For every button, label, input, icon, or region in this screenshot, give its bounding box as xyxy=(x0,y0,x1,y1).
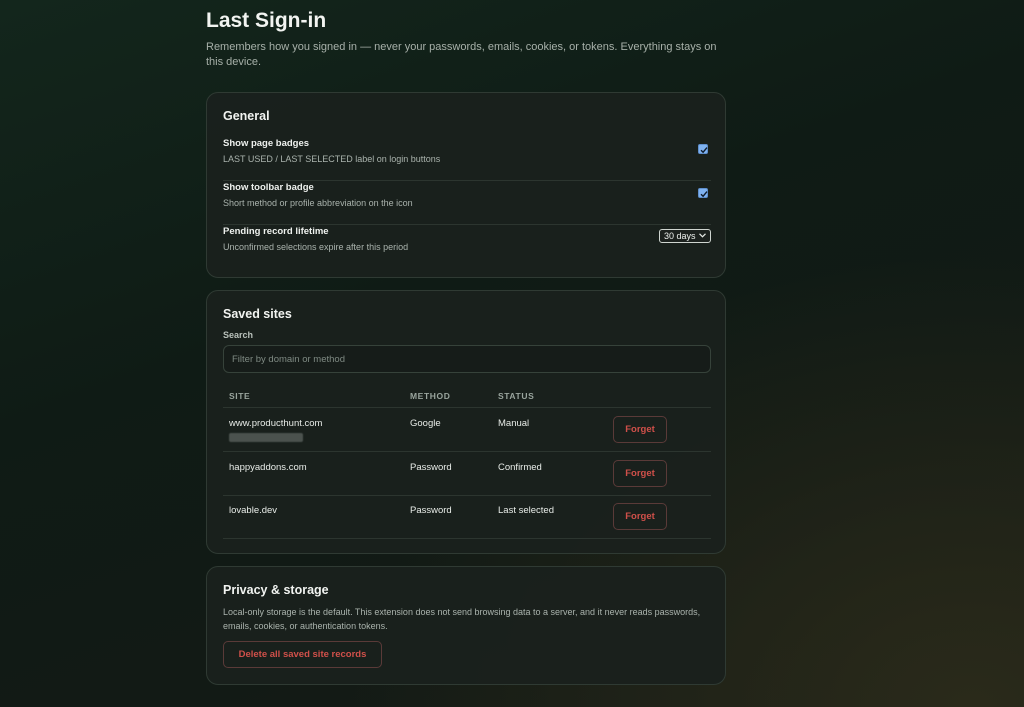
status-cell: Manual xyxy=(498,418,530,429)
general-title: General xyxy=(223,109,270,123)
forget-button[interactable]: Forget xyxy=(613,460,667,487)
setting-label: Show toolbar badge xyxy=(223,182,314,193)
setting-help: Unconfirmed selections expire after this… xyxy=(223,242,409,252)
check-icon xyxy=(700,191,708,198)
table-row: www.producthunt.com Google Manual Forget xyxy=(223,408,711,452)
column-header-status: STATUS xyxy=(498,391,535,401)
method-cell: Password xyxy=(410,462,452,473)
setting-label: Pending record lifetime xyxy=(223,226,329,237)
method-cell: Password xyxy=(410,505,452,516)
table-row: happyaddons.com Password Confirmed Forge… xyxy=(223,452,711,496)
setting-pending-record-lifetime: Pending record lifetime Unconfirmed sele… xyxy=(223,226,711,269)
delete-all-records-button[interactable]: Delete all saved site records xyxy=(223,641,382,668)
column-header-method: METHOD xyxy=(410,391,451,401)
chevron-down-icon xyxy=(699,233,706,238)
privacy-card: Privacy & storage Local-only storage is … xyxy=(206,566,726,685)
column-header-site: SITE xyxy=(229,391,251,401)
search-input[interactable] xyxy=(223,345,711,373)
check-icon xyxy=(700,147,708,154)
select-value: 30 days xyxy=(664,231,696,241)
page-title: Last Sign-in xyxy=(206,9,327,32)
redacted-profile xyxy=(229,433,303,442)
search-label: Search xyxy=(223,330,254,340)
privacy-title: Privacy & storage xyxy=(223,583,329,597)
privacy-text: Local-only storage is the default. This … xyxy=(223,607,701,631)
general-card: General Show page badges LAST USED / LAS… xyxy=(206,92,726,278)
forget-button[interactable]: Forget xyxy=(613,503,667,530)
show-page-badges-checkbox[interactable] xyxy=(698,144,708,154)
setting-help: Short method or profile abbreviation on … xyxy=(223,198,413,208)
table-row: lovable.dev Password Last selected Forge… xyxy=(223,495,711,539)
setting-show-page-badges: Show page badges LAST USED / LAST SELECT… xyxy=(223,138,711,181)
forget-button[interactable]: Forget xyxy=(613,416,667,443)
show-toolbar-badge-checkbox[interactable] xyxy=(698,188,708,198)
setting-show-toolbar-badge: Show toolbar badge Short method or profi… xyxy=(223,182,711,225)
site-cell: lovable.dev xyxy=(229,505,278,516)
setting-help: LAST USED / LAST SELECTED label on login… xyxy=(223,154,441,164)
saved-sites-title: Saved sites xyxy=(223,307,292,321)
method-cell: Google xyxy=(410,418,441,429)
pending-lifetime-select[interactable]: 30 days xyxy=(659,229,711,243)
saved-sites-card: Saved sites Search SITE METHOD STATUS ww… xyxy=(206,290,726,554)
setting-label: Show page badges xyxy=(223,138,310,149)
page-description: Remembers how you signed in — never your… xyxy=(206,41,717,68)
status-cell: Last selected xyxy=(498,505,554,516)
site-cell: www.producthunt.com xyxy=(229,418,323,429)
status-cell: Confirmed xyxy=(498,462,542,473)
site-cell: happyaddons.com xyxy=(229,462,307,473)
